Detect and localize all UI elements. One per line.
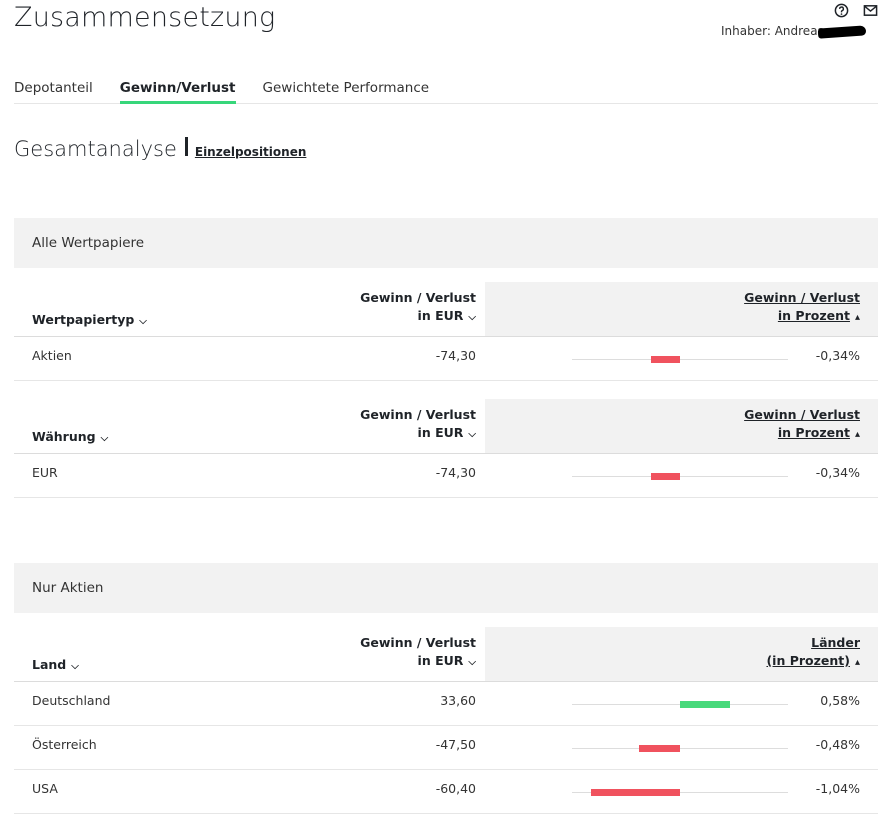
sort-gewinn-eur[interactable]: Gewinn / Verlust in EUR ⌵ [360, 406, 476, 444]
sort-wertpapiertyp[interactable]: Wertpapiertyp ⌵ [32, 312, 147, 327]
page-title: Zusammensetzung [14, 2, 276, 33]
table-header: Wertpapiertyp ⌵ Gewinn / Verlust in EUR ⌵ G… [14, 282, 878, 337]
percent-bar-track [572, 356, 788, 363]
header-actions [834, 3, 879, 19]
row-percent: -1,04% [815, 781, 860, 796]
owner-label: Inhaber: [721, 24, 771, 38]
table-row: Aktien -74,30 -0,34% [14, 337, 878, 381]
table-row: EUR -74,30 -0,34% [14, 454, 878, 498]
section-header: Alle Wertpapiere [14, 218, 878, 268]
percent-bar-track [572, 789, 788, 796]
tab-gewinn-verlust[interactable]: Gewinn/Verlust [119, 70, 236, 104]
row-label: Deutschland [32, 693, 111, 708]
sort-gewinn-eur[interactable]: Gewinn / Verlust in EUR ⌵ [360, 634, 476, 672]
row-value: -74,30 [435, 465, 476, 480]
row-percent: -0,48% [815, 737, 860, 752]
percent-bar [638, 745, 680, 752]
percent-bar-track [572, 473, 788, 480]
owner-name: Andreas [774, 24, 824, 38]
redaction-mark [817, 24, 867, 39]
sort-land[interactable]: Land ⌵ [32, 657, 79, 672]
percent-column-header: Länder (in Prozent) ▴ [485, 627, 878, 681]
row-label: USA [32, 781, 58, 796]
analysis-title: Gesamtanalyse [14, 137, 177, 161]
analysis-header: Gesamtanalyse Einzelpositionen [14, 137, 306, 161]
row-label: EUR [32, 465, 58, 480]
table-row: Österreich -47,50 -0,48% [14, 726, 878, 770]
sort-laender-prozent[interactable]: Länder (in Prozent) ▴ [766, 634, 860, 672]
tab-bar: Depotanteil Gewinn/Verlust Gewichtete Pe… [14, 70, 878, 104]
percent-bar [650, 356, 680, 363]
row-value: -60,40 [435, 781, 476, 796]
row-value: 33,60 [440, 693, 476, 708]
help-icon[interactable] [834, 3, 850, 19]
row-label: Aktien [32, 348, 72, 363]
row-percent: 0,58% [820, 693, 860, 708]
row-label: Österreich [32, 737, 97, 752]
percent-bar [680, 701, 730, 708]
tab-gewichtete-performance[interactable]: Gewichtete Performance [263, 70, 430, 104]
table-row: Deutschland 33,60 0,58% [14, 682, 878, 726]
percent-bar-track [572, 745, 788, 752]
einzelpositionen-link[interactable]: Einzelpositionen [195, 145, 307, 159]
tab-depotanteil[interactable]: Depotanteil [14, 70, 93, 104]
percent-bar [590, 789, 680, 796]
percent-bar [650, 473, 680, 480]
sort-gewinn-prozent[interactable]: Gewinn / Verlust in Prozent ▴ [744, 289, 860, 327]
row-value: -74,30 [435, 348, 476, 363]
mail-icon[interactable] [863, 3, 879, 19]
table-row: USA -60,40 -1,04% [14, 770, 878, 814]
sort-gewinn-prozent[interactable]: Gewinn / Verlust in Prozent ▴ [744, 406, 860, 444]
row-percent: -0,34% [815, 348, 860, 363]
table-header: Währung ⌵ Gewinn / Verlust in EUR ⌵ Gewinn … [14, 399, 878, 454]
table-header: Land ⌵ Gewinn / Verlust in EUR ⌵ Länder (in … [14, 627, 878, 682]
title-divider [184, 137, 188, 156]
row-value: -47,50 [435, 737, 476, 752]
percent-column-header: Gewinn / Verlust in Prozent ▴ [485, 282, 878, 336]
owner-info: Inhaber: Andreas [721, 24, 867, 39]
section-header: Nur Aktien [14, 563, 878, 613]
percent-bar-track [572, 701, 788, 708]
row-percent: -0,34% [815, 465, 860, 480]
sort-gewinn-eur[interactable]: Gewinn / Verlust in EUR ⌵ [360, 289, 476, 327]
percent-column-header: Gewinn / Verlust in Prozent ▴ [485, 399, 878, 453]
sort-waehrung[interactable]: Währung ⌵ [32, 429, 108, 444]
